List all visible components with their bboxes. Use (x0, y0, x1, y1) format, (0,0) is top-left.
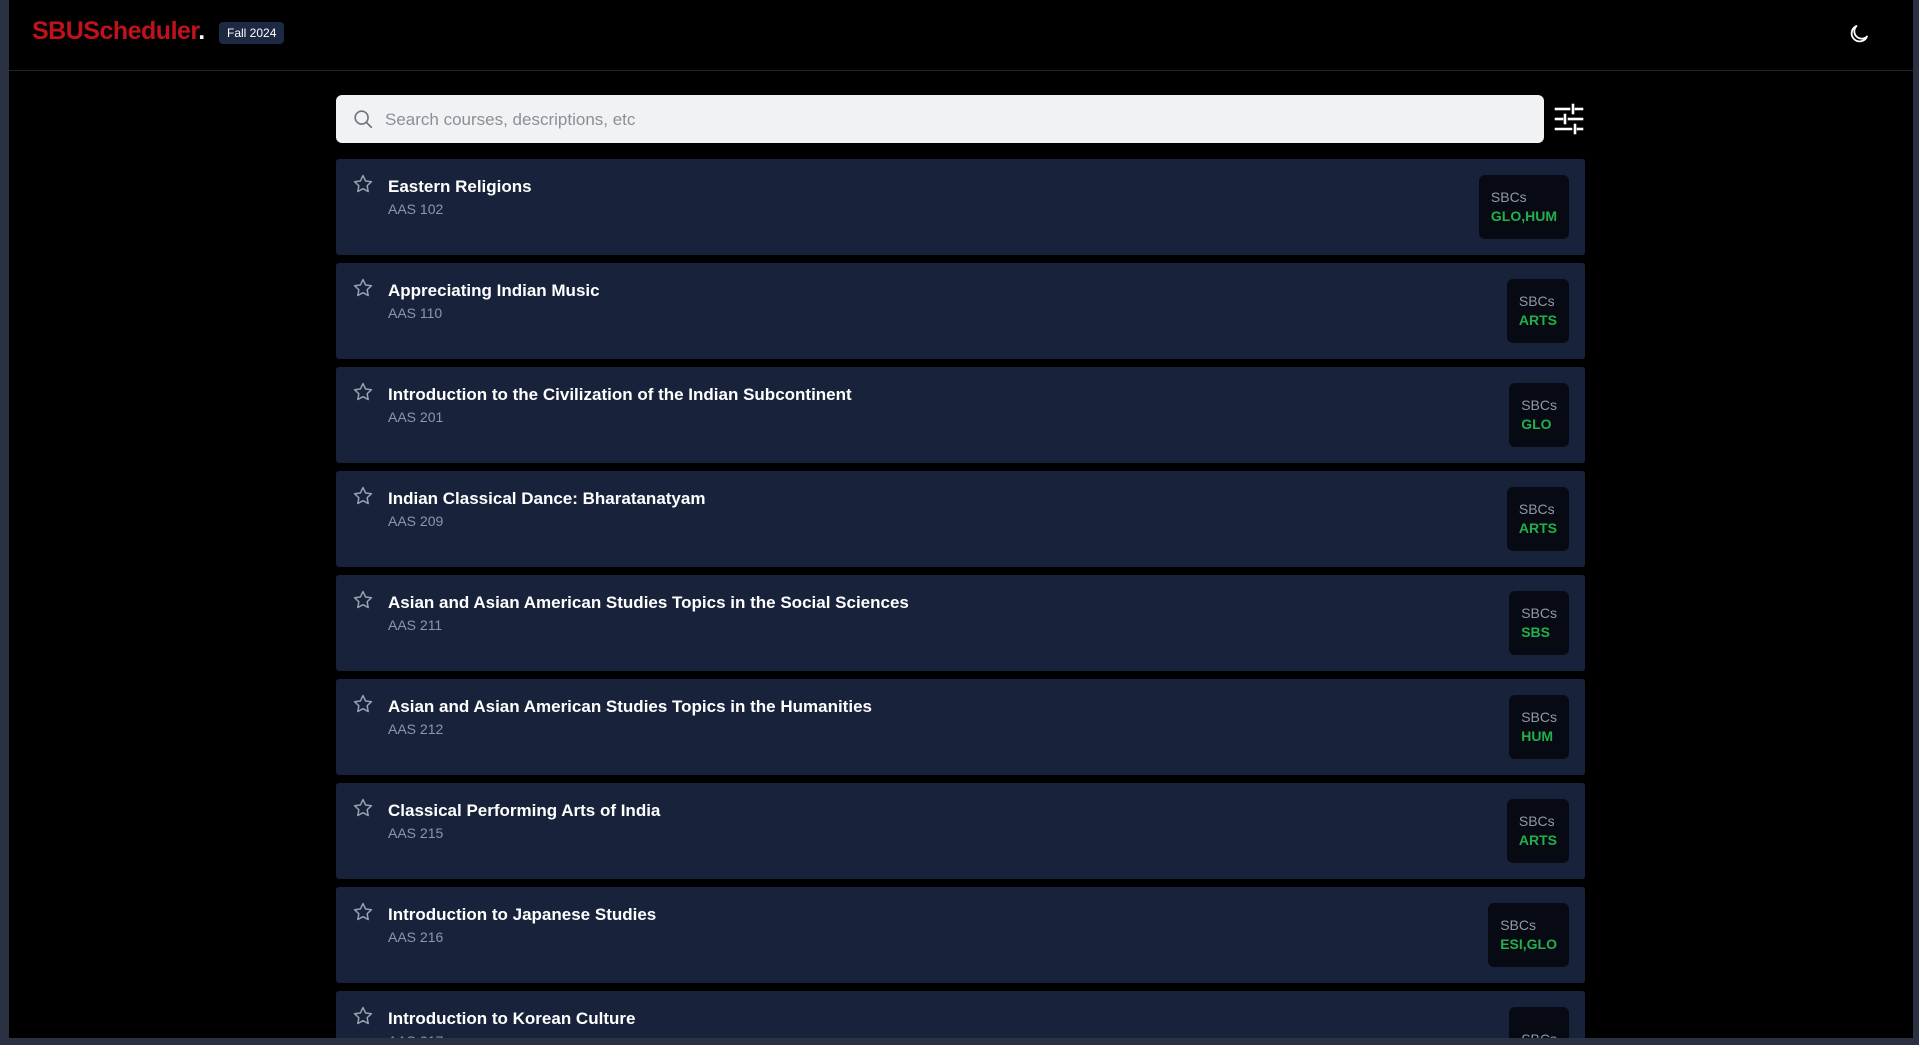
sbc-values: HUM (1521, 728, 1554, 744)
sbc-badge: SBCs GLO (1509, 383, 1569, 447)
sbc-values: ESI,GLO (1500, 936, 1557, 952)
sbc-label: SBCs (1521, 1030, 1557, 1039)
sbc-badge: SBCs HUM (1509, 695, 1569, 759)
sbc-label: SBCs (1521, 605, 1557, 621)
logo-dot: . (198, 17, 205, 45)
star-icon[interactable] (352, 797, 374, 819)
course-title: Classical Performing Arts of India (388, 801, 661, 820)
sbc-label: SBCs (1521, 709, 1557, 725)
sbc-badge: SBCs ARTS (1506, 799, 1569, 863)
course-code: AAS 211 (388, 617, 443, 633)
course-code: AAS 216 (388, 929, 444, 945)
course-title: Asian and Asian American Studies Topics … (388, 593, 909, 612)
star-icon[interactable] (352, 277, 374, 299)
top-header: SBUScheduler. Fall 2024 (9, 0, 1913, 71)
course-title: Asian and Asian American Studies Topics … (388, 697, 872, 716)
sbc-badge: SBCs (1509, 1007, 1569, 1038)
course-code: AAS 201 (388, 409, 444, 425)
course-card[interactable]: Classical Performing Arts of India AAS 21… (336, 783, 1585, 879)
course-code: AAS 217 (388, 1033, 443, 1038)
course-card[interactable]: Eastern Religions AAS 102 SBCs GLO,HUM (336, 159, 1585, 255)
sbc-badge: SBCs SBS (1509, 591, 1569, 655)
search-icon (354, 110, 373, 129)
sbc-values: SBS (1521, 624, 1550, 640)
sbc-values: GLO (1521, 416, 1552, 432)
course-title: Introduction to the Civilization of the … (388, 385, 852, 404)
course-code: AAS 102 (388, 201, 444, 217)
sbc-badge: SBCs GLO,HUM (1478, 175, 1569, 239)
sbc-label: SBCs (1518, 501, 1555, 517)
course-title: Eastern Religions (388, 177, 532, 196)
sbc-badge: SBCs ARTS (1506, 279, 1569, 343)
course-card[interactable]: Introduction to Japanese Studies AAS 216 S… (336, 887, 1585, 983)
term-badge[interactable]: Fall 2024 (219, 22, 285, 44)
sliders-icon (1554, 103, 1584, 135)
sbc-values: ARTS (1518, 312, 1557, 328)
course-list: Eastern Religions AAS 102 SBCs GLO,HUM Appre… (336, 159, 1585, 1038)
star-icon[interactable] (352, 173, 374, 195)
search-input[interactable] (383, 95, 1527, 145)
star-icon[interactable] (352, 901, 374, 923)
sbc-label: SBCs (1490, 189, 1527, 205)
course-code: AAS 215 (388, 825, 444, 841)
course-code: AAS 209 (388, 513, 444, 529)
sbc-badge: SBCs ESI,GLO (1488, 903, 1569, 967)
course-code: AAS 110 (388, 305, 443, 321)
sbc-values: GLO,HUM (1490, 208, 1557, 224)
course-title: Introduction to Korean Culture (388, 1009, 636, 1028)
sbc-label: SBCs (1518, 293, 1555, 309)
moon-icon (1850, 25, 1868, 43)
course-card[interactable]: Appreciating Indian Music AAS 110 SBCs ARTS (336, 263, 1585, 359)
course-title: Indian Classical Dance: Bharatanatyam (388, 489, 706, 508)
sbc-values: ARTS (1518, 520, 1557, 536)
app-logo[interactable]: SBUScheduler. (32, 17, 205, 46)
sbc-label: SBCs (1521, 397, 1557, 413)
search-bar (336, 95, 1544, 145)
star-icon[interactable] (352, 1005, 374, 1027)
course-title: Appreciating Indian Music (388, 281, 600, 300)
star-icon[interactable] (352, 589, 374, 611)
sbc-values: ARTS (1518, 832, 1557, 848)
sbc-label: SBCs (1500, 917, 1536, 933)
course-card[interactable]: Asian and Asian American Studies Topics … (336, 575, 1585, 671)
sbc-badge: SBCs ARTS (1506, 487, 1569, 551)
app-window: SBUScheduler. Fall 2024 Eastern Religion… (9, 0, 1913, 1038)
sbc-label: SBCs (1518, 813, 1555, 829)
course-card[interactable]: Introduction to Korean Culture AAS 217 SBC… (336, 991, 1585, 1038)
star-icon[interactable] (352, 485, 374, 507)
course-card[interactable]: Asian and Asian American Studies Topics … (336, 679, 1585, 775)
logo-text: SBUScheduler (32, 17, 199, 45)
filter-button[interactable] (1554, 103, 1584, 135)
course-title: Introduction to Japanese Studies (388, 905, 657, 924)
course-card[interactable]: Introduction to the Civilization of the … (336, 367, 1585, 463)
star-icon[interactable] (352, 693, 374, 715)
theme-toggle-button[interactable] (1847, 22, 1871, 46)
course-code: AAS 212 (388, 721, 444, 737)
course-card[interactable]: Indian Classical Dance: Bharatanatyam AAS… (336, 471, 1585, 567)
star-icon[interactable] (352, 381, 374, 403)
